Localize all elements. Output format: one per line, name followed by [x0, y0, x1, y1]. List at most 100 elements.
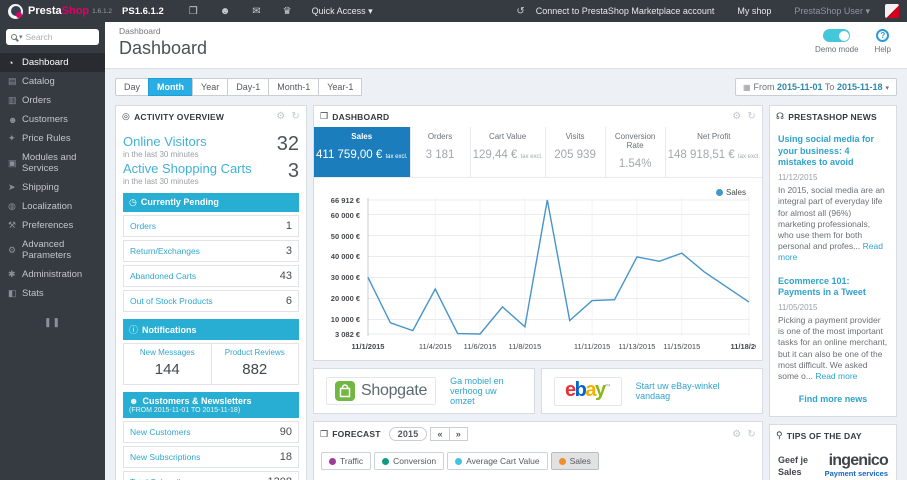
sidebar-search[interactable]: ▾	[6, 29, 99, 45]
sidebar-item-shipping[interactable]: ➤ Shipping	[0, 178, 105, 197]
new-messages-cell[interactable]: New Messages 144	[124, 344, 211, 384]
tab-year-1[interactable]: Year-1	[318, 78, 363, 96]
sidebar-item-label: Dashboard	[22, 57, 69, 68]
sales-chart-xlabels: 11/1/2015 11/4/2015 11/6/2015 11/8/2015 11/1…	[351, 342, 756, 351]
active-carts-value: 3	[287, 160, 299, 182]
date-range-tabs: Day Month Year Day-1 Month-1 Year-1	[115, 78, 363, 96]
forward-button[interactable]: »	[448, 427, 468, 441]
sidebar-item-price-rules[interactable]: ✦ Price Rules	[0, 129, 105, 148]
metric-cart-value[interactable]: Cart Value 129,44 € tax excl.	[471, 127, 546, 177]
ebay-banner[interactable]: ebay™ Start uw eBay-winkel vandaag	[541, 368, 763, 414]
metric-visits[interactable]: Visits 205 939	[546, 127, 606, 177]
rewind-button[interactable]: «	[430, 427, 450, 441]
refresh-icon[interactable]: ↻	[747, 111, 756, 122]
date-range-picker[interactable]: ▦ From 2015-11-01 To 2015-11-18 ▾	[734, 78, 897, 96]
forecast-panel-title: FORECAST	[332, 429, 381, 439]
conversion-dot	[382, 457, 390, 465]
forecast-legend: Traffic Conversion Average Cart Value Sa…	[314, 446, 762, 480]
marketplace-link[interactable]: Connect to PrestaShop Marketplace accoun…	[536, 6, 715, 16]
sales-chart-plot[interactable]	[367, 198, 750, 336]
out-of-stock-link[interactable]: Out of Stock Products	[130, 296, 213, 306]
book-icon: ▤	[8, 76, 17, 86]
new-subscriptions-value: 18	[279, 451, 292, 463]
metric-conversion-rate[interactable]: Conversion Rate 1.54%	[606, 127, 666, 177]
online-visitors-link[interactable]: Online Visitors	[123, 134, 207, 149]
sidebar-item-customers[interactable]: ☻ Customers	[0, 110, 105, 129]
demo-mode-label: Demo mode	[814, 45, 859, 54]
toggle-traffic[interactable]: Traffic	[321, 452, 372, 470]
shopgate-banner[interactable]: Shopgate Ga mobiel en verhoog uw omzet	[313, 368, 535, 414]
toggle-sales[interactable]: Sales	[550, 452, 599, 470]
abandoned-carts-link[interactable]: Abandoned Carts	[130, 271, 196, 281]
sidebar-item-label: Advanced Parameters	[22, 239, 72, 261]
gear-icon[interactable]: ⚙	[732, 429, 741, 440]
sidebar-collapse-button[interactable]: ❚❚	[0, 317, 105, 328]
news-headline-link[interactable]: Using social media for your business: 4 …	[778, 134, 888, 169]
read-more-link[interactable]: Read more	[815, 371, 857, 381]
toggle-average-cart-value[interactable]: Average Cart Value	[447, 452, 548, 470]
quick-access-menu[interactable]: Quick Access ▾	[312, 6, 373, 17]
search-input[interactable]	[25, 32, 94, 42]
toggle-conversion[interactable]: Conversion	[374, 452, 445, 470]
search-icon	[11, 34, 17, 40]
gear-icon[interactable]: ⚙	[732, 111, 741, 122]
find-more-news-link[interactable]: Find more news	[778, 394, 888, 404]
refresh-icon[interactable]: ↻	[747, 429, 756, 440]
new-customers-link[interactable]: New Customers	[130, 427, 190, 437]
brand-name[interactable]: PrestaShop	[28, 5, 89, 17]
sidebar-item-catalog[interactable]: ▤ Catalog	[0, 72, 105, 91]
refresh-icon[interactable]: ↻	[291, 111, 300, 122]
news-headline-link[interactable]: Ecommerce 101: Payments in a Tweet	[778, 276, 888, 299]
online-visitors-row: Online Visitors in the last 30 minutes 3…	[123, 134, 299, 159]
person-icon: ☻	[8, 114, 18, 125]
messages-icon[interactable]: ✉	[252, 6, 260, 17]
orders-link[interactable]: Orders	[130, 221, 156, 231]
tab-day[interactable]: Day	[115, 78, 150, 96]
page-title: Dashboard	[119, 38, 208, 58]
kpi-metrics-row: Sales 411 759,00 € tax excl. Orders 3 181 …	[314, 127, 762, 178]
breadcrumb[interactable]: Dashboard	[119, 26, 893, 36]
sidebar-item-dashboard[interactable]: ◔ Dashboard	[0, 53, 105, 72]
forecast-year[interactable]: 2015	[388, 427, 428, 441]
sidebar-item-modules[interactable]: ▣ Modules and Services	[0, 148, 105, 178]
metric-orders[interactable]: Orders 3 181	[411, 127, 471, 177]
sidebar-item-preferences[interactable]: ⚒ Preferences	[0, 216, 105, 235]
metric-sales[interactable]: Sales 411 759,00 € tax excl.	[314, 127, 411, 177]
tab-month-1[interactable]: Month-1	[268, 78, 320, 96]
ebay-link[interactable]: Start uw eBay-winkel vandaag	[636, 381, 750, 401]
tab-year[interactable]: Year	[192, 78, 229, 96]
shopgate-link[interactable]: Ga mobiel en verhoog uw omzet	[450, 376, 522, 406]
customers-icon[interactable]: ☻	[220, 6, 231, 17]
sidebar-item-advanced-parameters[interactable]: ⚙ Advanced Parameters	[0, 235, 105, 265]
sidebar-item-stats[interactable]: ◧ Stats	[0, 284, 105, 303]
sidebar-item-orders[interactable]: ▥ Orders	[0, 91, 105, 110]
demo-mode-toggle[interactable]	[823, 29, 851, 42]
metric-net-profit[interactable]: Net Profit 148 918,51 € tax excl.	[666, 127, 762, 177]
user-avatar[interactable]	[885, 4, 899, 18]
total-subscribers-row: Total Subscribers1308	[123, 471, 299, 480]
customers-newsletters-header: ☻ Customers & Newsletters (FROM 2015-11-01…	[123, 392, 299, 418]
search-scope-caret-icon[interactable]: ▾	[19, 33, 23, 41]
tab-month[interactable]: Month	[148, 78, 194, 96]
sales-chart-ylabels: 66 912 €60 000 €50 000 €40 000 €30 000 €…	[330, 196, 360, 339]
currently-pending-header: ◷ Currently Pending	[123, 193, 299, 212]
trophy-icon[interactable]: ♛	[283, 6, 292, 17]
product-reviews-cell[interactable]: Product Reviews 882	[210, 344, 299, 384]
sidebar-item-localization[interactable]: ◍ Localization	[0, 197, 105, 216]
my-shop-link[interactable]: My shop	[737, 6, 771, 16]
active-carts-link[interactable]: Active Shopping Carts	[123, 161, 252, 176]
clock-icon: ◷	[129, 197, 137, 207]
sidebar-item-administration[interactable]: ✱ Administration	[0, 265, 105, 284]
cart-icon[interactable]: ❒	[189, 6, 198, 17]
new-customers-value: 90	[279, 426, 292, 438]
shop-name-link[interactable]: PS1.6.1.2	[122, 6, 164, 17]
gear-icon[interactable]: ⚙	[276, 111, 285, 122]
prestashop-logo[interactable]	[8, 3, 23, 19]
chart-legend[interactable]: Sales	[715, 188, 746, 197]
sidebar-item-label: Customers	[22, 114, 68, 125]
tab-day-1[interactable]: Day-1	[227, 78, 270, 96]
returns-link[interactable]: Return/Exchanges	[130, 246, 200, 256]
user-menu[interactable]: PrestaShop User ▾	[794, 6, 870, 17]
new-subscriptions-link[interactable]: New Subscriptions	[130, 452, 200, 462]
help-icon[interactable]: ?	[876, 29, 890, 42]
